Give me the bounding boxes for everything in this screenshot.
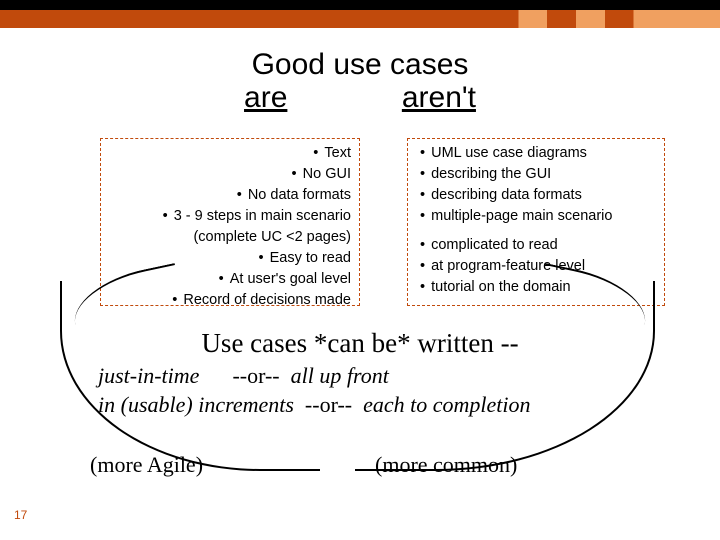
or-separator: --or-- xyxy=(232,363,279,388)
slide-title: Good use cases xyxy=(0,48,720,81)
slide-content: Good use cases are aren't Text No GUI No… xyxy=(0,28,720,540)
arent-box: UML use case diagrams describing the GUI… xyxy=(407,138,665,306)
title-block: Good use cases are aren't xyxy=(0,48,720,115)
mid-statement: Use cases *can be* written -- xyxy=(0,328,720,359)
opt-completion: each to completion xyxy=(363,392,530,417)
opt-increments: in (usable) increments xyxy=(98,392,294,417)
page-number: 17 xyxy=(14,508,27,522)
list-item: Record of decisions made xyxy=(107,290,351,311)
list-item: No data formats xyxy=(107,185,351,206)
list-item: At user's goal level xyxy=(107,269,351,290)
list-item: 3 - 9 steps in main scenario (complete U… xyxy=(107,206,351,248)
opt-jit: just-in-time xyxy=(98,363,199,388)
list-item: No GUI xyxy=(107,164,351,185)
or-separator: --or-- xyxy=(305,392,352,417)
list-item: Text xyxy=(107,143,351,164)
list-item: Easy to read xyxy=(107,248,351,269)
opt-upfront: all up front xyxy=(291,363,389,388)
list-item: UML use case diagrams xyxy=(420,143,654,164)
options-row-2: in (usable) increments --or-- each to co… xyxy=(98,391,531,420)
subtitle-are: are xyxy=(244,81,287,115)
list-item: multiple-page main scenario xyxy=(420,206,654,227)
list-item: at program-feature level xyxy=(420,256,654,277)
are-box: Text No GUI No data formats 3 - 9 steps … xyxy=(100,138,360,306)
arent-list-1: UML use case diagrams describing the GUI… xyxy=(420,143,654,227)
list-item: tutorial on the domain xyxy=(420,277,654,298)
comparison-boxes: Text No GUI No data formats 3 - 9 steps … xyxy=(100,138,665,306)
list-item: describing the GUI xyxy=(420,164,654,185)
options-block: just-in-time --or-- all up front in (usa… xyxy=(98,362,531,419)
arent-list-2: complicated to read at program-feature l… xyxy=(420,235,654,298)
list-item: describing data formats xyxy=(420,185,654,206)
label-more-agile: (more Agile) xyxy=(90,452,203,478)
subtitle-arent: aren't xyxy=(402,81,476,115)
are-list: Text No GUI No data formats 3 - 9 steps … xyxy=(107,143,351,311)
orange-top-bar xyxy=(0,10,720,28)
subtitle-row: are aren't xyxy=(0,81,720,115)
options-row-1: just-in-time --or-- all up front xyxy=(98,362,531,391)
list-item: complicated to read xyxy=(420,235,654,256)
label-more-common: (more common) xyxy=(375,452,517,478)
